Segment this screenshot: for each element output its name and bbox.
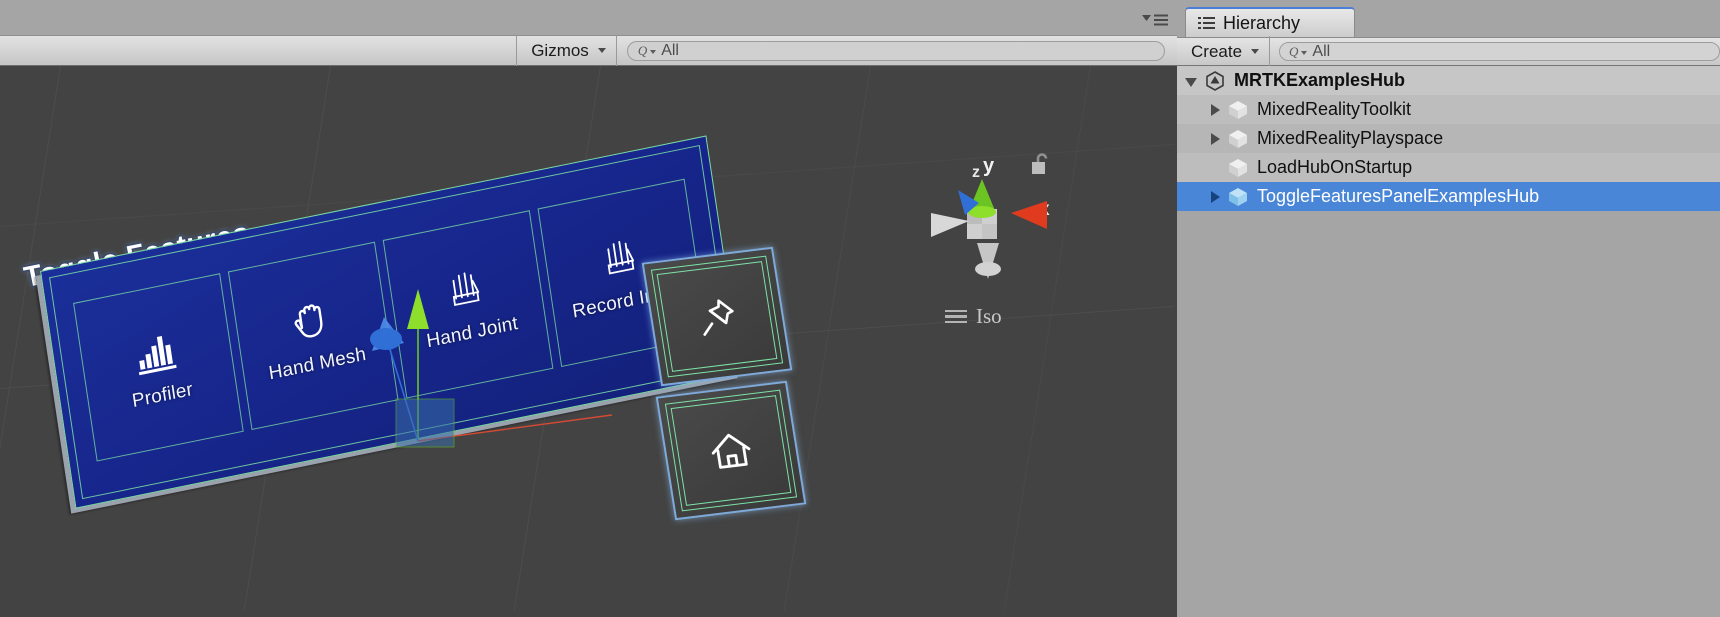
chevron-down-icon <box>1251 49 1260 54</box>
hamburger-icon <box>945 309 967 324</box>
view-mode-indicator[interactable]: Iso <box>945 304 1002 329</box>
chevron-right-icon[interactable] <box>1211 132 1220 145</box>
hierarchy-row-label: MixedRealityPlayspace <box>1257 128 1444 148</box>
hierarchy-search-input[interactable]: Q All <box>1279 42 1720 61</box>
hierarchy-row-togglefeaturespanelexampleshub[interactable]: ToggleFeaturesPanelExamplesHub <box>1177 182 1720 211</box>
tab-label: Hierarchy <box>1223 12 1301 33</box>
hierarchy-list-icon <box>1198 17 1215 29</box>
chevron-down-icon <box>1301 50 1308 55</box>
hierarchy-tree[interactable]: MRTKExamplesHub MixedRealityToolkit Mixe… <box>1177 66 1720 617</box>
hierarchy-row-label: MRTKExamplesHub <box>1234 70 1406 90</box>
button-profiler[interactable]: Profiler <box>73 273 244 462</box>
hierarchy-row-label: LoadHubOnStartup <box>1257 157 1413 177</box>
chevron-right-icon[interactable] <box>1211 190 1220 203</box>
gizmos-label: Gizmos <box>531 40 589 60</box>
grid-line <box>1003 66 1091 611</box>
transform-move-gizmo[interactable] <box>330 281 630 461</box>
hierarchy-row-label: ToggleFeaturesPanelExamplesHub <box>1257 186 1540 206</box>
search-icon: Q <box>1289 43 1299 59</box>
chevron-down-icon[interactable] <box>1185 77 1197 87</box>
bar-chart-icon <box>138 336 177 376</box>
axis-label-z: z <box>972 164 980 181</box>
hierarchy-toolbar: Create Q All <box>1177 36 1720 67</box>
axis-label-y: y <box>983 155 995 177</box>
hierarchy-panel: Hierarchy Create Q All MRTKExamplesHub M… <box>1177 0 1720 617</box>
hierarchy-row-loadhubonstartup[interactable]: LoadHubOnStartup <box>1177 153 1720 182</box>
unlocked-padlock-icon[interactable] <box>1030 152 1052 176</box>
scene-tab-bar <box>0 0 1177 35</box>
toolbar-divider <box>615 35 617 66</box>
scene-search-value: All <box>661 41 679 59</box>
view-mode-label: Iso <box>976 304 1002 328</box>
grid-line <box>783 66 871 611</box>
scene-view-panel: Gizmos Q All Toggle Features <box>0 0 1177 617</box>
unity-editor-window: Gizmos Q All Toggle Features <box>0 0 1720 617</box>
unity-logo-icon <box>1206 70 1224 91</box>
button-label: Profiler <box>130 378 195 413</box>
options-menu-icon[interactable] <box>1142 13 1168 26</box>
gameobject-cube-icon <box>1229 187 1247 206</box>
gameobject-cube-icon <box>1229 158 1247 177</box>
hierarchy-row-mixedrealitytoolkit[interactable]: MixedRealityToolkit <box>1177 95 1720 124</box>
hierarchy-search-value: All <box>1312 42 1331 60</box>
scene-viewport[interactable]: Toggle Features <box>0 66 1177 617</box>
hierarchy-row-mrtkexampleshub[interactable]: MRTKExamplesHub <box>1177 66 1720 95</box>
scene-toolbar: Gizmos Q All <box>0 35 1177 66</box>
create-button[interactable]: Create <box>1177 37 1269 66</box>
gameobject-cube-icon <box>1229 129 1247 148</box>
chevron-right-icon[interactable] <box>1211 103 1220 116</box>
gizmos-dropdown-button[interactable]: Gizmos <box>517 35 616 66</box>
toolbar-divider <box>1269 36 1271 67</box>
scene-search-input[interactable]: Q All <box>626 40 1165 61</box>
create-label: Create <box>1191 41 1243 61</box>
tab-hierarchy[interactable]: Hierarchy <box>1185 7 1355 37</box>
gameobject-cube-icon <box>1229 100 1247 119</box>
search-icon: Q <box>637 42 648 58</box>
chevron-down-icon <box>597 48 606 53</box>
panel-wireframe <box>656 261 778 372</box>
chevron-down-icon <box>650 49 657 54</box>
hierarchy-row-mixedrealityplayspace[interactable]: MixedRealityPlayspace <box>1177 124 1720 153</box>
hierarchy-row-label: MixedRealityToolkit <box>1257 99 1412 119</box>
hand-record-icon <box>607 241 635 275</box>
pin-button[interactable] <box>641 246 793 387</box>
panel-wireframe <box>670 395 792 506</box>
hand-icon <box>294 304 323 338</box>
home-button[interactable] <box>655 380 807 521</box>
